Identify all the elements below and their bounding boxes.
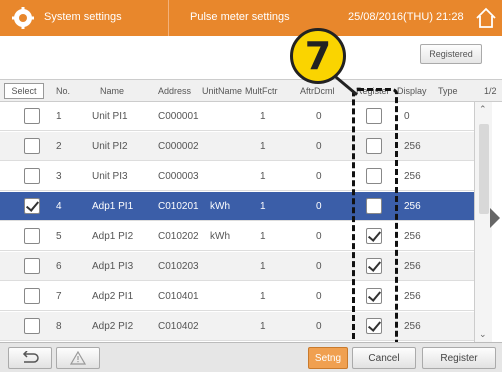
cell-aftr: 0 <box>316 261 322 272</box>
cell-name: Adp1 PI2 <box>92 231 134 242</box>
table-row[interactable]: 2 Unit PI2 C000002 1 0 256 <box>0 132 474 161</box>
cell-display: 256 <box>404 321 421 332</box>
register-column-highlight <box>352 88 398 352</box>
cell-display: 256 <box>404 261 421 272</box>
page-indicator: 1/2 <box>484 86 497 96</box>
cell-display: 256 <box>404 171 421 182</box>
back-icon <box>22 351 39 363</box>
cell-unit: kWh <box>210 231 230 242</box>
table-row[interactable]: 7 Adp2 PI1 C010401 1 0 256 <box>0 282 474 311</box>
gear-icon <box>12 7 34 29</box>
table-row[interactable]: 3 Unit PI3 C000003 1 0 256 <box>0 162 474 191</box>
cell-aftr: 0 <box>316 321 322 332</box>
cell-address: C010401 <box>158 291 199 302</box>
title-divider <box>168 0 169 36</box>
col-address: Address <box>158 86 192 96</box>
select-all-button[interactable]: Select <box>4 83 44 99</box>
callout-badge: 7 <box>290 28 346 84</box>
cell-address: C010201 <box>158 201 199 212</box>
cell-no: 7 <box>56 291 62 302</box>
scroll-thumb[interactable] <box>479 124 489 214</box>
table-row[interactable]: 6 Adp1 PI3 C010203 1 0 256 <box>0 252 474 281</box>
cell-display: 256 <box>404 231 421 242</box>
next-page-icon[interactable] <box>490 208 500 228</box>
cell-mult: 1 <box>260 291 266 302</box>
select-checkbox[interactable] <box>24 228 40 244</box>
back-button[interactable] <box>8 347 52 369</box>
cell-display: 0 <box>404 111 410 122</box>
cell-mult: 1 <box>260 111 266 122</box>
table-row[interactable]: 4 Adp1 PI1 C010201 kWh 1 0 256 <box>0 192 474 221</box>
cell-display: 256 <box>404 201 421 212</box>
screen-title: Pulse meter settings <box>190 11 290 23</box>
select-checkbox[interactable] <box>24 108 40 124</box>
cell-mult: 1 <box>260 231 266 242</box>
cell-address: C000001 <box>158 111 199 122</box>
cell-no: 6 <box>56 261 62 272</box>
warning-icon <box>70 351 86 365</box>
table-row[interactable]: 1 Unit PI1 C000001 1 0 0 <box>0 102 474 131</box>
cell-name: Adp1 PI1 <box>92 201 134 212</box>
cell-unit: kWh <box>210 201 230 212</box>
bottom-bar: Setng Cancel Register <box>0 342 502 372</box>
col-aftr-dcml: AftrDcml <box>300 86 335 96</box>
cell-name: Adp1 PI3 <box>92 261 134 272</box>
cell-name: Adp2 PI1 <box>92 291 134 302</box>
cell-mult: 1 <box>260 261 266 272</box>
cell-no: 3 <box>56 171 62 182</box>
cell-display: 256 <box>404 141 421 152</box>
registered-button[interactable]: Registered <box>420 44 482 64</box>
column-header-row: Select No. Name Address UnitName MultFct… <box>0 80 502 102</box>
select-checkbox[interactable] <box>24 318 40 334</box>
cell-aftr: 0 <box>316 141 322 152</box>
cancel-button[interactable]: Cancel <box>352 347 416 369</box>
col-no: No. <box>56 86 71 96</box>
col-unit-name: UnitName <box>202 86 243 96</box>
cell-mult: 1 <box>260 321 266 332</box>
home-icon[interactable] <box>474 6 498 30</box>
cell-aftr: 0 <box>316 171 322 182</box>
select-checkbox[interactable] <box>24 168 40 184</box>
cell-aftr: 0 <box>316 201 322 212</box>
col-mult-fctr: MultFctr <box>245 86 278 96</box>
scroll-down-icon[interactable]: ⌄ <box>479 329 487 340</box>
col-display: Display <box>397 86 427 96</box>
cell-name: Adp2 PI2 <box>92 321 134 332</box>
cell-aftr: 0 <box>316 111 322 122</box>
cell-no: 4 <box>56 201 62 212</box>
select-checkbox[interactable] <box>24 258 40 274</box>
cell-address: C010202 <box>158 231 199 242</box>
setng-button[interactable]: Setng <box>308 347 348 369</box>
select-checkbox[interactable] <box>24 288 40 304</box>
table-row[interactable]: 5 Adp1 PI2 C010202 kWh 1 0 256 <box>0 222 474 251</box>
cell-aftr: 0 <box>316 231 322 242</box>
cell-name: Unit PI3 <box>92 171 128 182</box>
select-checkbox[interactable] <box>24 138 40 154</box>
table-row[interactable]: 8 Adp2 PI2 C010402 1 0 256 <box>0 312 474 341</box>
cell-no: 8 <box>56 321 62 332</box>
cell-name: Unit PI1 <box>92 111 128 122</box>
scroll-up-icon[interactable]: ⌃ <box>479 104 487 115</box>
cell-aftr: 0 <box>316 291 322 302</box>
datetime: 25/08/2016(THU) 21:28 <box>348 11 464 23</box>
title-bar: System settings Pulse meter settings 25/… <box>0 0 502 36</box>
select-checkbox[interactable] <box>24 198 40 214</box>
cell-name: Unit PI2 <box>92 141 128 152</box>
warning-button[interactable] <box>56 347 100 369</box>
cell-mult: 1 <box>260 201 266 212</box>
cell-display: 256 <box>404 291 421 302</box>
col-name: Name <box>100 86 125 96</box>
register-button[interactable]: Register <box>422 347 496 369</box>
cell-no: 5 <box>56 231 62 242</box>
cell-address: C010203 <box>158 261 199 272</box>
cell-no: 1 <box>56 111 62 122</box>
cell-address: C000002 <box>158 141 199 152</box>
cell-address: C000003 <box>158 171 199 182</box>
cell-mult: 1 <box>260 141 266 152</box>
cell-address: C010402 <box>158 321 199 332</box>
col-type: Type <box>438 86 458 96</box>
cell-no: 2 <box>56 141 62 152</box>
cell-mult: 1 <box>260 171 266 182</box>
section-title: System settings <box>44 11 122 23</box>
